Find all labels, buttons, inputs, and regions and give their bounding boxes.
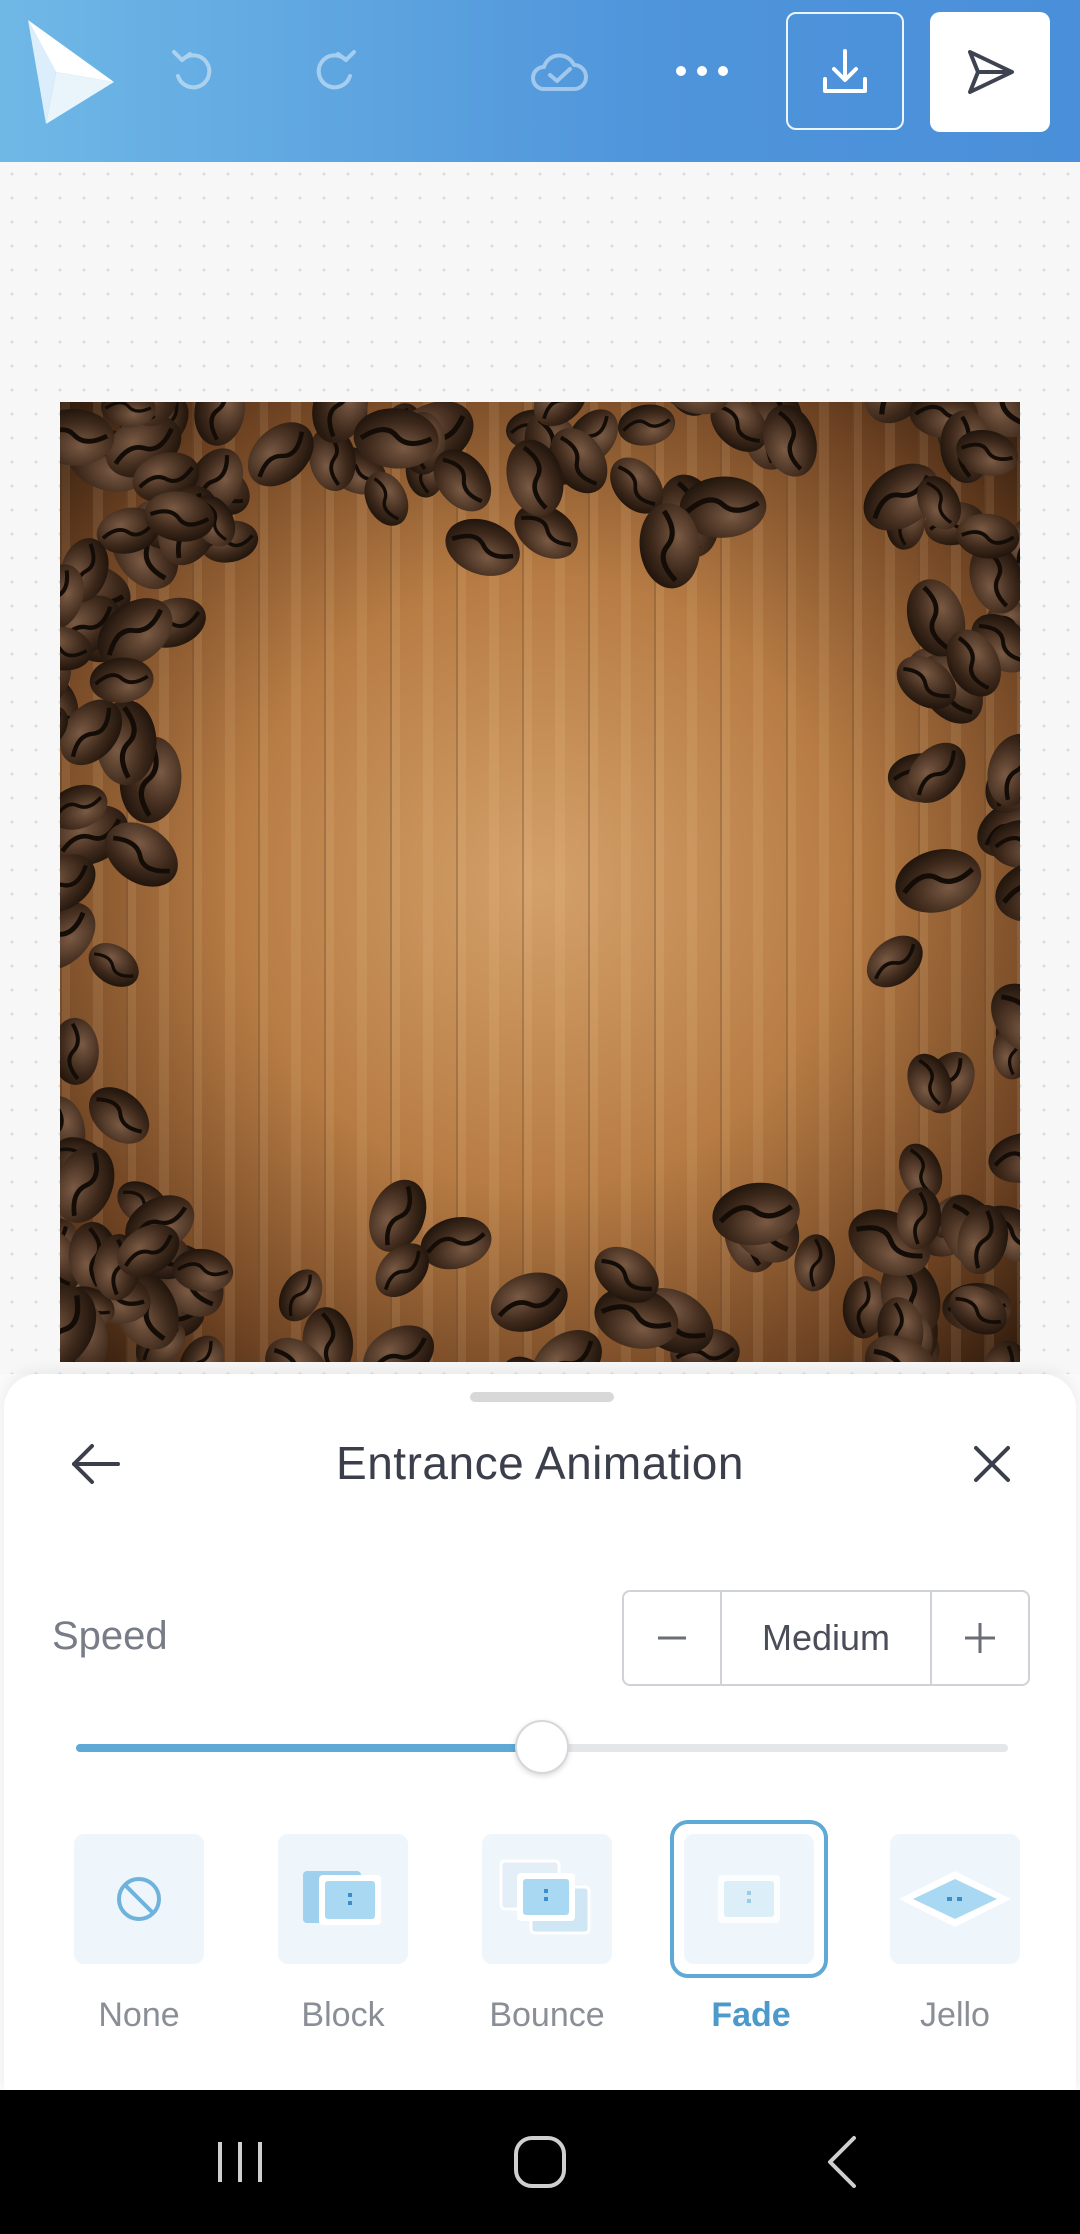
coffee-beans-frame (60, 402, 1020, 1362)
option-label: Block (301, 1996, 385, 2034)
option-label: Fade (711, 1996, 791, 2034)
animation-option-bounce[interactable]: Bounce (462, 1820, 632, 2040)
top-toolbar (0, 0, 1080, 162)
speed-stepper: Medium (622, 1590, 1030, 1686)
coffee-bean (445, 518, 520, 576)
coffee-bean (490, 1272, 568, 1332)
coffee-bean (88, 943, 139, 987)
option-label: Bounce (489, 1996, 605, 2034)
entrance-animation-sheet: Entrance Animation Speed Medium None Blo… (4, 1374, 1076, 2090)
fade-tile (670, 1820, 828, 1978)
system-nav-bar (0, 2090, 1080, 2234)
coffee-bean (194, 402, 246, 446)
none-tile (74, 1834, 204, 1964)
coffee-bean (981, 1340, 1020, 1362)
animation-options: None Block Bounce Fade Jello (4, 1820, 1076, 2040)
download-icon (823, 49, 867, 93)
jello-tile (890, 1834, 1020, 1964)
app-logo-icon[interactable] (28, 20, 114, 124)
coffee-bean (988, 1132, 1020, 1183)
fade-animation-icon (718, 1875, 780, 1923)
cloud-check-icon[interactable] (522, 38, 594, 104)
speed-slider-thumb[interactable] (515, 1720, 569, 1774)
sheet-title: Entrance Animation (336, 1437, 744, 1489)
speed-increase-button[interactable] (930, 1592, 1028, 1684)
animation-option-fade[interactable]: Fade (666, 1820, 836, 2040)
design-canvas[interactable] (0, 162, 1080, 1374)
speed-label: Speed (52, 1614, 168, 1658)
undo-icon[interactable] (160, 38, 226, 104)
back-icon[interactable] (812, 2130, 876, 2194)
speed-slider[interactable] (76, 1720, 1008, 1774)
speed-value: Medium (761, 1617, 891, 1658)
coffee-beans-image[interactable] (60, 402, 1020, 1362)
bounce-tile (482, 1834, 612, 1964)
fade-tile-inner (684, 1834, 814, 1964)
speed-decrease-button[interactable] (624, 1592, 722, 1684)
sheet-drag-handle[interactable] (470, 1392, 614, 1402)
send-icon (968, 50, 1014, 94)
coffee-bean (60, 1017, 99, 1085)
coffee-bean (617, 404, 676, 446)
close-icon[interactable] (962, 1434, 1022, 1494)
block-animation-icon (303, 1871, 381, 1925)
block-tile (278, 1834, 408, 1964)
coffee-bean (363, 1325, 435, 1362)
animation-option-none[interactable]: None (54, 1820, 224, 2040)
coffee-bean (987, 733, 1020, 807)
bounce-animation-icon (499, 1859, 591, 1935)
jello-animation-icon (899, 1871, 1011, 1927)
animation-option-jello[interactable]: Jello (870, 1820, 1040, 2040)
more-icon[interactable] (666, 38, 738, 104)
redo-icon[interactable] (302, 38, 368, 104)
recent-apps-icon[interactable] (208, 2130, 272, 2194)
animation-option-block[interactable]: Block (258, 1820, 428, 2040)
coffee-bean (866, 935, 923, 988)
plus-icon (965, 1623, 995, 1653)
home-icon[interactable] (508, 2130, 572, 2194)
send-button[interactable] (930, 12, 1050, 132)
download-button[interactable] (786, 12, 904, 130)
coffee-bean (89, 657, 154, 703)
option-label: None (98, 1996, 180, 2034)
minus-icon (658, 1636, 686, 1640)
speed-slider-fill (76, 1744, 542, 1752)
coffee-bean (895, 849, 982, 913)
option-label: Jello (920, 1996, 990, 2034)
none-icon (117, 1877, 161, 1921)
